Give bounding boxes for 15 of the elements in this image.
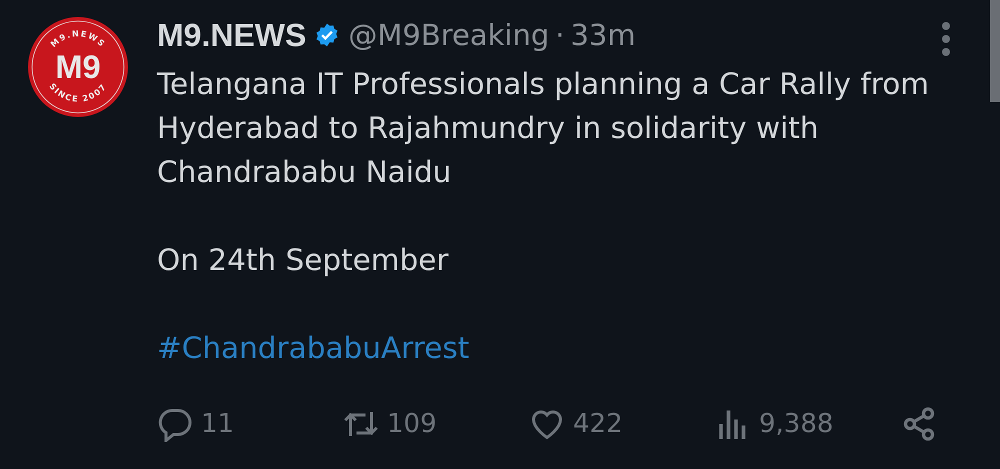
hashtag-link[interactable]: #ChandrababuArrest — [157, 326, 947, 370]
retweet-count: 109 — [387, 409, 437, 439]
author-handle[interactable]: @M9Breaking — [348, 18, 550, 52]
post-text: Telangana IT Professionals planning a Car Rally from Hyderabad to Rajahmundry in solidarity with Chandrababu Naidu — [157, 66, 930, 191]
post-time[interactable]: 33m — [570, 18, 636, 52]
reply-icon[interactable] — [157, 406, 193, 442]
separator: · — [555, 18, 564, 52]
scrollbar[interactable] — [990, 0, 1000, 102]
more-options-icon[interactable] — [942, 22, 950, 56]
reply-count: 11 — [201, 409, 234, 439]
author-name[interactable]: M9.NEWS — [157, 16, 306, 54]
views-count: 9,388 — [759, 409, 834, 439]
like-count: 422 — [573, 409, 623, 439]
post-text: On 24th September — [157, 242, 450, 279]
share-icon[interactable] — [901, 406, 937, 442]
